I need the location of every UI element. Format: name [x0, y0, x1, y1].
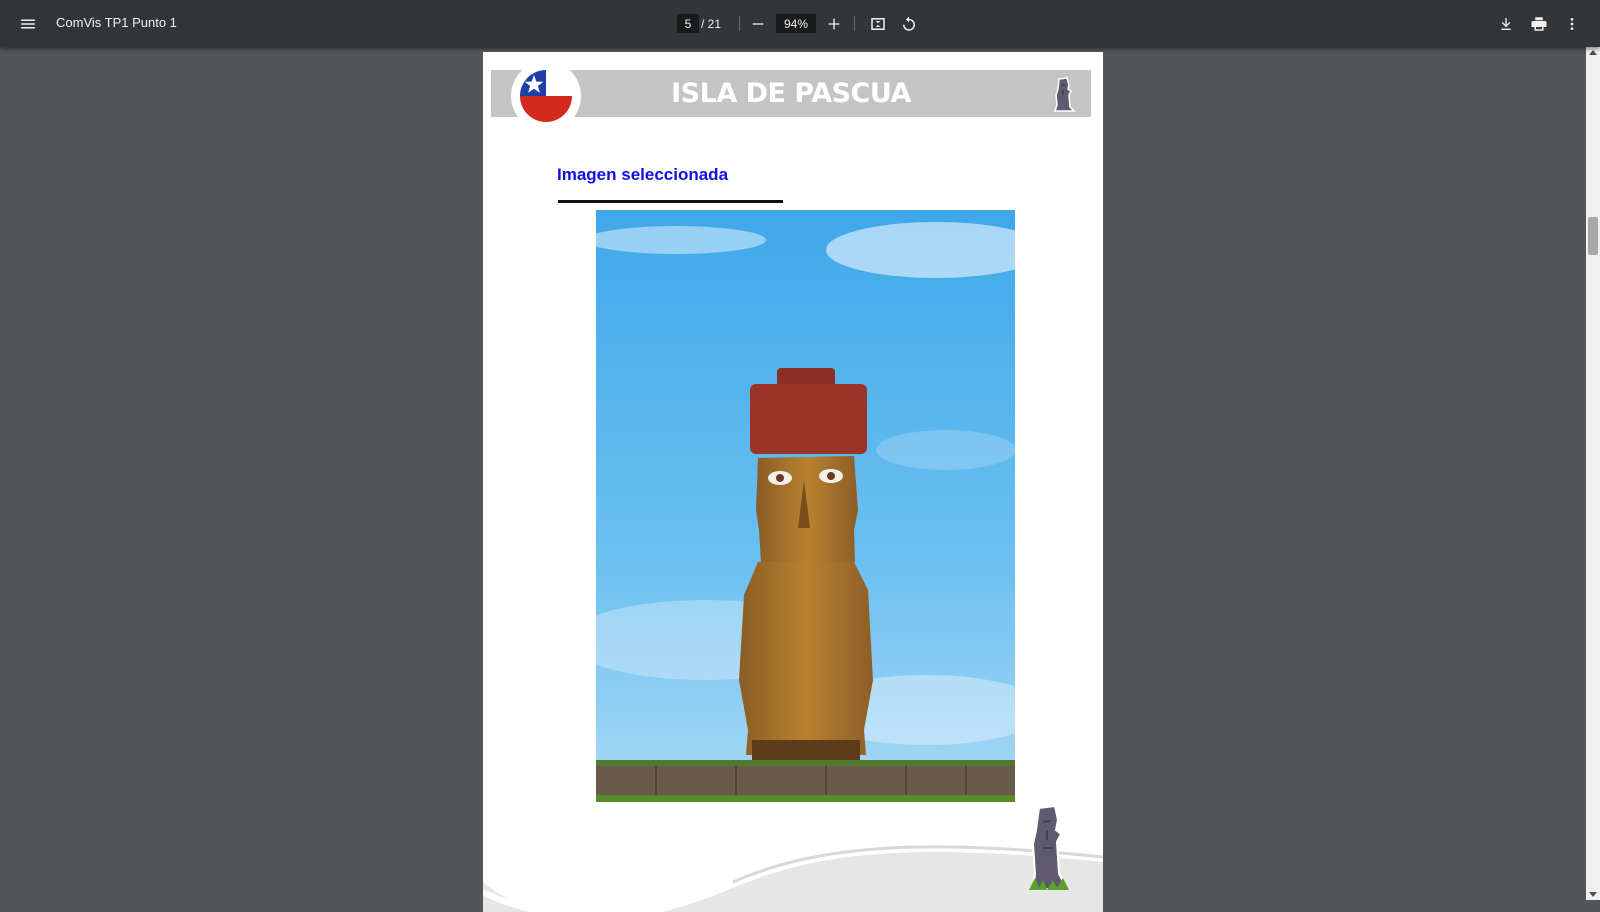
print-button[interactable] — [1523, 8, 1555, 40]
decorative-wave — [483, 845, 1103, 912]
rotate-icon — [903, 16, 915, 31]
heading-underline — [558, 200, 783, 203]
scroll-thumb[interactable] — [1588, 217, 1598, 255]
moai-illustration — [1029, 804, 1069, 892]
more-actions-button[interactable] — [1556, 8, 1588, 40]
pdf-toolbar: ComVis TP1 Punto 1 5 / 21 94% — [0, 0, 1600, 47]
chile-flag-icon — [520, 70, 572, 122]
fit-to-page-icon — [871, 18, 885, 30]
zoom-out-button[interactable] — [742, 8, 774, 40]
scroll-down-arrow[interactable] — [1589, 892, 1597, 897]
minus-icon — [752, 23, 764, 25]
toolbar-divider — [739, 16, 740, 31]
page-total: / 21 — [701, 17, 722, 31]
toolbar-divider — [854, 16, 855, 31]
print-icon — [1531, 17, 1547, 31]
vertical-scrollbar[interactable] — [1586, 47, 1600, 900]
more-vert-icon — [1570, 18, 1574, 30]
flag-badge — [511, 61, 581, 131]
scroll-up-arrow[interactable] — [1589, 50, 1597, 55]
download-button[interactable] — [1490, 8, 1522, 40]
header-banner: ISLA DE PASCUA — [491, 70, 1091, 117]
section-heading: Imagen seleccionada — [557, 165, 729, 184]
moai-photo — [596, 210, 1015, 802]
rotate-button[interactable] — [893, 8, 925, 40]
pdf-page: ISLA DE PASCUA Imagen seleccionada — [483, 52, 1103, 912]
menu-icon[interactable] — [12, 8, 44, 40]
moai-icon — [1053, 77, 1076, 112]
page-number-input[interactable]: 5 — [677, 14, 699, 33]
document-title: ComVis TP1 Punto 1 — [56, 15, 177, 30]
fit-to-page-button[interactable] — [862, 8, 894, 40]
zoom-in-button[interactable] — [818, 8, 850, 40]
download-icon — [1501, 18, 1511, 30]
zoom-input[interactable]: 94% — [776, 14, 816, 33]
plus-icon — [828, 18, 840, 30]
banner-title: ISLA DE PASCUA — [671, 78, 911, 109]
